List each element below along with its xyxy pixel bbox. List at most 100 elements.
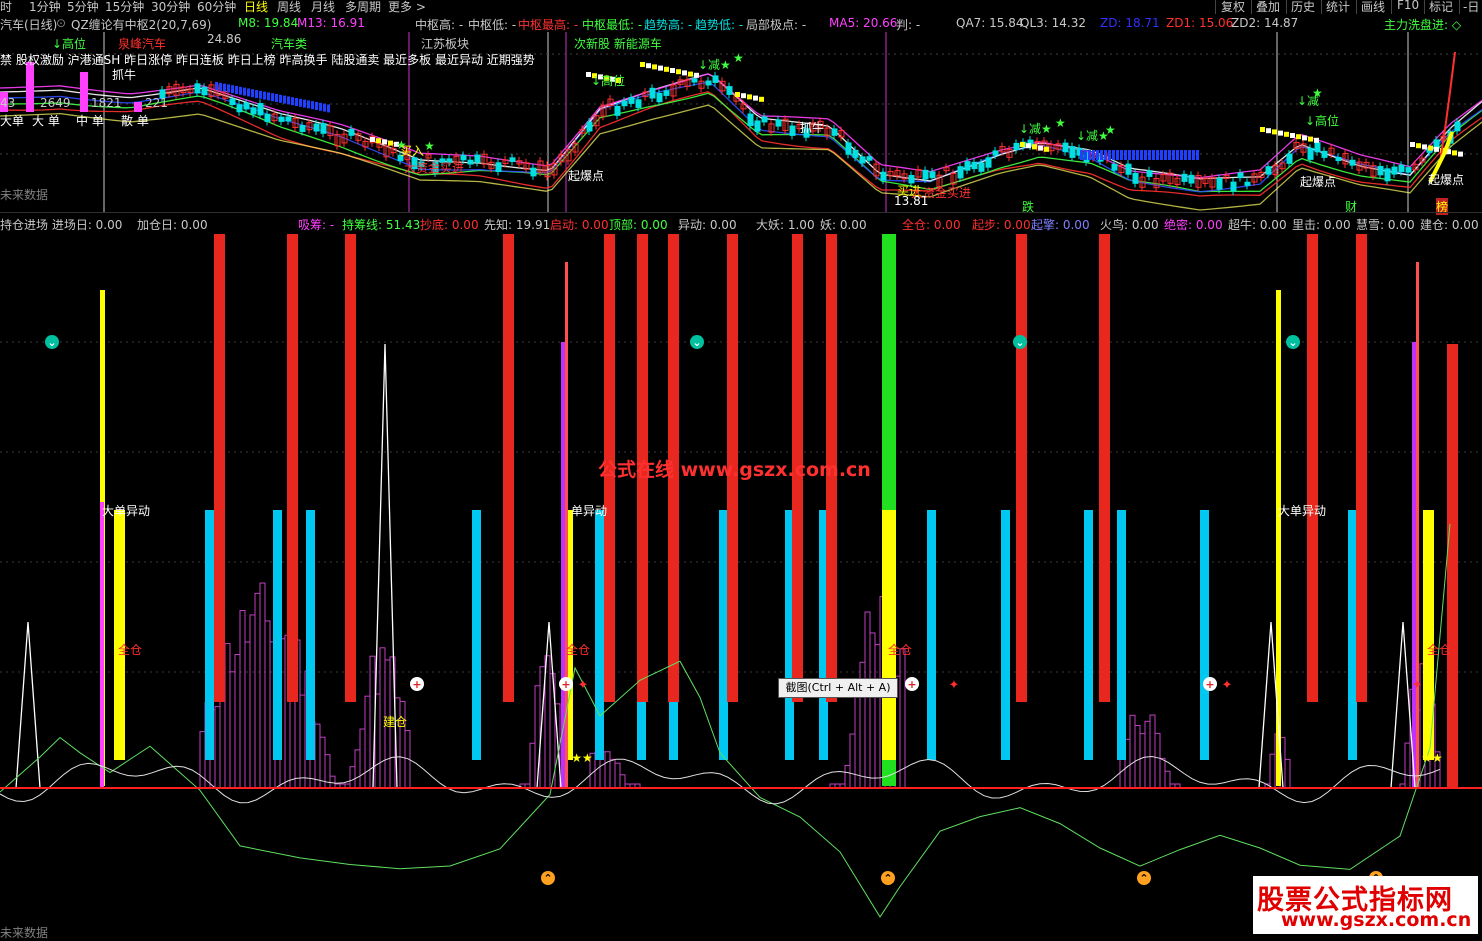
candlestick [467, 159, 474, 165]
volume-band [219, 82, 222, 91]
histogram-bar [614, 762, 621, 789]
candlestick [1286, 153, 1293, 164]
reduce-label-4: ↓减 [1297, 94, 1320, 108]
period-tab-multi[interactable]: 多周期 [345, 0, 381, 15]
histogram-bar [364, 695, 371, 789]
candlestick [1062, 142, 1069, 153]
history-button[interactable]: 历史 [1291, 0, 1315, 15]
cyan-signal-bar [1348, 510, 1357, 760]
period-tab-60min[interactable]: 60分钟 [197, 0, 236, 15]
candlestick [1132, 172, 1139, 184]
mark-button[interactable]: 标记 [1429, 0, 1453, 15]
volume-band [311, 101, 314, 110]
signal-chart-panel[interactable]: ⌄⌄⌄⌄⌃⌃⌃⌃++++✦✦✦✦★★★★ 大单异动 单异动 大单异动 全仓 全仓… [0, 232, 1482, 940]
local-extreme: 局部极点: - [746, 18, 807, 32]
watermark-text: 公式在线 www.gszx.com.cn [598, 459, 871, 481]
period-tab-time[interactable]: 时 [0, 0, 12, 15]
volume-band [215, 82, 218, 90]
histogram-bar [349, 766, 356, 789]
trend-block [664, 66, 669, 72]
indicator-name[interactable]: QZ缠论有中枢2(20,7,69) [71, 16, 211, 33]
down-arrow-icon-glyph: ⌄ [1288, 336, 1297, 349]
candlestick [1314, 142, 1321, 153]
trend-block [1284, 131, 1289, 137]
star-icon: ★ [424, 139, 435, 153]
trend-block [1272, 129, 1277, 135]
stats-button[interactable]: 统计 [1326, 0, 1350, 15]
volume-band [1108, 150, 1111, 160]
candlestick [971, 161, 978, 170]
volume-band [1196, 150, 1199, 160]
period-tab-more[interactable]: 更多 > [388, 0, 426, 15]
cyan-signal-bar [1117, 510, 1126, 760]
volume-band [323, 103, 326, 112]
candlestick [1146, 170, 1153, 177]
signal-chart-canvas[interactable]: ⌄⌄⌄⌄⌃⌃⌃⌃++++✦✦✦✦★★★★ [0, 232, 1482, 938]
candlestick [229, 98, 236, 105]
candlestick [852, 149, 859, 158]
f10-button[interactable]: F10 [1397, 0, 1419, 12]
period-tab-1min[interactable]: 1分钟 [29, 0, 61, 15]
cyan-signal-bar [1084, 510, 1093, 760]
volume-band [1168, 150, 1171, 160]
candlestick [1069, 146, 1076, 158]
period-tab-monthly[interactable]: 月线 [311, 0, 335, 15]
histogram-bar [254, 592, 261, 789]
trend-block [1416, 143, 1421, 149]
price-chart-panel[interactable]: ★ ★ ★ ★ ★ ★ ↓高位 泉峰汽车 24.86 汽车类 江苏板块 次新股 新能源车 … [0, 32, 1482, 215]
trend-block [658, 65, 663, 71]
overlay-button[interactable]: 叠加 [1256, 0, 1280, 15]
panel-divider[interactable] [0, 212, 1482, 213]
histogram-bar [1404, 742, 1411, 789]
volume-band [1180, 150, 1183, 160]
high-pos-label-2: ↓高位 [591, 74, 626, 88]
volume-band [303, 99, 306, 108]
trend-block [1428, 145, 1433, 151]
logo-url: www.gszx.com.cn [1281, 909, 1472, 931]
volume-band [1188, 150, 1191, 160]
trend-block [370, 137, 375, 142]
period-tab-5min[interactable]: 5分钟 [67, 0, 99, 15]
star-icon: ★★ [571, 751, 593, 765]
butterfly-icon: ✦ [1222, 678, 1233, 693]
period-tab-daily[interactable]: 日线 [244, 0, 268, 15]
period-tab-30min[interactable]: 30分钟 [151, 0, 190, 15]
histogram-bar [219, 688, 226, 789]
cyan-signal-bar [927, 510, 936, 760]
price-low-label: 13.81 [894, 194, 929, 208]
histogram-bar [1284, 758, 1291, 789]
histogram-bar [1159, 757, 1166, 789]
histogram-bar [1134, 725, 1141, 789]
trend-block [1290, 133, 1295, 138]
red-signal-bar [1356, 234, 1367, 702]
reduce-label-3: ↓减★ [1076, 129, 1109, 143]
trend-block [1026, 143, 1031, 149]
sub-indicator-value: 妖: 0.00 [820, 218, 867, 232]
settings-icon[interactable]: ⊙ [56, 16, 66, 30]
period-tab-15min[interactable]: 15分钟 [105, 0, 144, 15]
fuquan-button[interactable]: 复权 [1221, 0, 1245, 15]
trend-block [741, 93, 746, 99]
white-oscillator-line [0, 755, 1441, 805]
red-signal-bar [503, 234, 514, 702]
histogram-bar [849, 733, 856, 789]
histogram-bar [1149, 714, 1156, 789]
big-anomaly-label-3: 大单异动 [1278, 504, 1327, 518]
volume-band [1092, 150, 1095, 160]
site-logo[interactable]: 股票公式指标网 www.gszx.com.cn [1253, 876, 1478, 934]
trend-block [1296, 134, 1301, 140]
qa7-value: QA7: 15.84 [956, 16, 1024, 30]
cyan-signal-bar [273, 510, 282, 760]
volume-band [263, 91, 266, 100]
histogram-bar [1154, 732, 1161, 789]
sub-indicator-value: 火鸟: 0.00 [1100, 218, 1159, 232]
candlestick [194, 83, 201, 94]
candlestick [236, 104, 243, 113]
period-tab-weekly[interactable]: 周线 [277, 0, 301, 15]
new-stock-label: 次新股 新能源车 [574, 37, 662, 51]
candlestick [1454, 121, 1461, 132]
candlestick [831, 128, 838, 136]
cyan-signal-bar [1200, 510, 1209, 760]
day-button[interactable]: -日 [1463, 0, 1479, 15]
draw-button[interactable]: 画线 [1361, 0, 1385, 15]
